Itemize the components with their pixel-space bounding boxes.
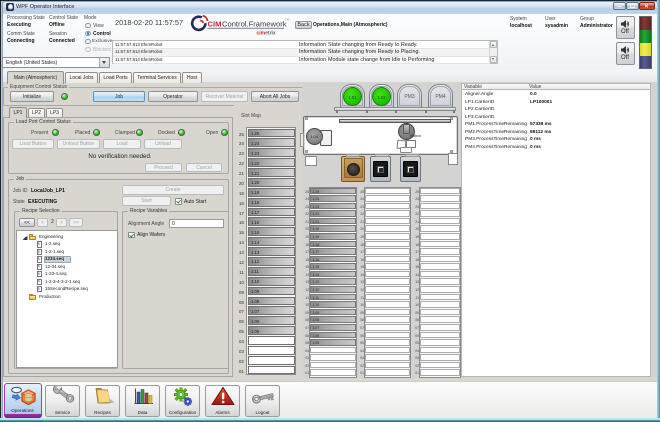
svg-text:CIM: CIM [208, 20, 222, 29]
svg-text:Control.Framework: Control.Framework [222, 20, 287, 29]
svg-text:TM: TM [285, 18, 290, 22]
svg-text:cimetrix: cimetrix [257, 31, 276, 37]
